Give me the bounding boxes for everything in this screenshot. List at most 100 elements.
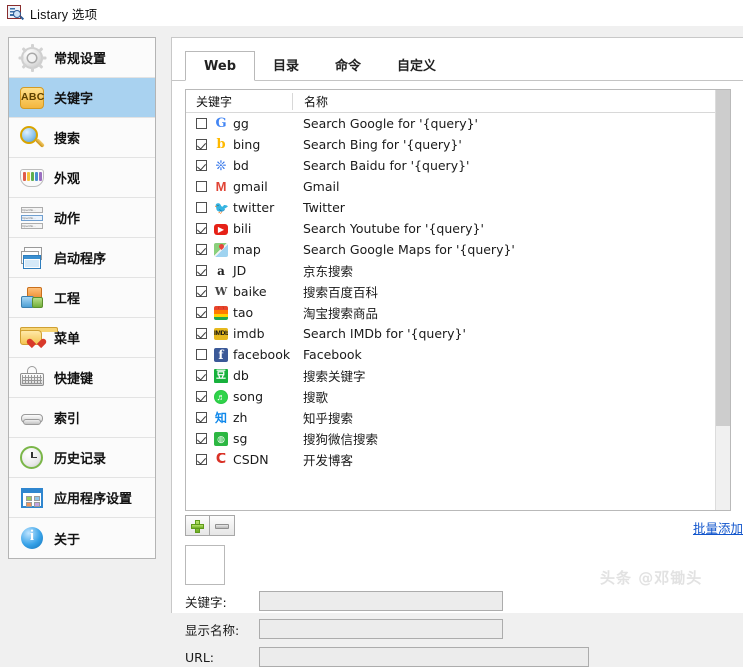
sidebar-item-appearance[interactable]: 外观	[9, 158, 155, 198]
keyword-field-row: 关键字:	[185, 591, 503, 611]
name-cell: Gmail	[303, 179, 340, 194]
sidebar-item-startup[interactable]: 启动程序	[9, 238, 155, 278]
main-panel: Web 目录 命令 自定义 关键字 名称 Ggg Search Google fo…	[171, 37, 743, 667]
row-checkbox[interactable]	[196, 349, 207, 360]
gear-icon	[18, 43, 46, 72]
sidebar-item-menu[interactable]: 菜单	[9, 318, 155, 358]
sidebar-item-label: 应用程序设置	[54, 492, 133, 507]
sidebar-item-history[interactable]: 历史记录	[9, 438, 155, 478]
facebook-favicon: f	[214, 347, 228, 362]
folder-heart-icon	[19, 325, 58, 351]
table-row[interactable]: f facebook Facebook	[186, 344, 730, 365]
sidebar-item-search[interactable]: 搜索	[9, 118, 155, 158]
url-input[interactable]	[259, 647, 589, 667]
sogou-favicon: ◍	[214, 431, 228, 446]
row-checkbox[interactable]	[196, 181, 207, 192]
app-settings-icon	[19, 485, 45, 511]
table-row[interactable]: map Search Google Maps for '{query}'	[186, 239, 730, 260]
list-scrollbar[interactable]	[715, 90, 730, 510]
row-checkbox[interactable]	[196, 223, 207, 234]
table-row[interactable]: 🐦 twitter Twitter	[186, 197, 730, 218]
table-row[interactable]: Ggg Search Google for '{query}'	[186, 113, 730, 134]
add-button[interactable]	[185, 515, 210, 536]
keyword-cell: C CSDN	[186, 452, 292, 467]
sidebar-item-projects[interactable]: 工程	[9, 278, 155, 318]
tab-directory[interactable]: 目录	[255, 53, 317, 81]
remove-button[interactable]	[210, 515, 235, 536]
row-checkbox[interactable]	[196, 370, 207, 381]
row-checkbox[interactable]	[196, 139, 207, 150]
sidebar-item-index[interactable]: 索引	[9, 398, 155, 438]
keyword-text: imdb	[233, 326, 265, 341]
google-favicon: G	[215, 116, 227, 131]
row-checkbox[interactable]	[196, 118, 207, 129]
sidebar-item-hotkeys[interactable]: 快捷键	[9, 358, 155, 398]
table-row[interactable]: 豆 db 搜索关键字	[186, 365, 730, 386]
table-row[interactable]: ◍ sg 搜狗微信搜索	[186, 428, 730, 449]
name-cell: Search IMDb for '{query}'	[303, 326, 466, 341]
sidebar-item-label: 快捷键	[54, 372, 94, 387]
sidebar-item-keywords[interactable]: ABC 关键字	[9, 78, 155, 118]
table-row[interactable]: a JD 京东搜索	[186, 260, 730, 281]
keyword-cell: ▶ bili	[186, 221, 292, 236]
keyword-label: 关键字:	[185, 594, 227, 610]
keyword-cell: ♬ song	[186, 389, 292, 404]
row-checkbox[interactable]	[196, 265, 207, 276]
table-row[interactable]: ♬ song 搜歌	[186, 386, 730, 407]
row-checkbox[interactable]	[196, 286, 207, 297]
color-fan-icon	[19, 165, 45, 191]
boxes-icon	[19, 285, 45, 311]
sidebar-item-actions[interactable]: Openfile… Openfile… Openfile… 动作	[9, 198, 155, 238]
table-row[interactable]: IMDb imdb Search IMDb for '{query}'	[186, 323, 730, 344]
table-row[interactable]: tao 淘宝搜索商品	[186, 302, 730, 323]
windows-stack-icon	[19, 245, 45, 271]
row-checkbox[interactable]	[196, 244, 207, 255]
table-row[interactable]: Mgmail Gmail	[186, 176, 730, 197]
scrollbar-thumb[interactable]	[716, 90, 730, 426]
table-row[interactable]: 知 zh 知乎搜索	[186, 407, 730, 428]
sidebar-item-about[interactable]: 关于	[9, 518, 155, 558]
sidebar-item-label: 动作	[54, 212, 81, 227]
plus-icon	[191, 520, 204, 533]
table-row[interactable]: ▶ bili Search Youtube for '{query}'	[186, 218, 730, 239]
table-row[interactable]: ❊ bd Search Baidu for '{query}'	[186, 155, 730, 176]
bing-favicon: b	[216, 137, 226, 152]
tab-command[interactable]: 命令	[317, 53, 379, 81]
keyword-input[interactable]	[259, 591, 503, 611]
keyword-cell: IMDb imdb	[186, 326, 292, 341]
csdn-favicon: C	[215, 452, 227, 467]
row-checkbox[interactable]	[196, 433, 207, 444]
keyword-text: baike	[233, 284, 267, 299]
row-checkbox[interactable]	[196, 391, 207, 402]
keyword-cell: Wbaike	[186, 284, 292, 299]
magnifier-icon	[19, 125, 45, 151]
row-checkbox[interactable]	[196, 307, 207, 318]
table-row[interactable]: b bing Search Bing for '{query}'	[186, 134, 730, 155]
table-row[interactable]: Wbaike 搜索百度百科	[186, 281, 730, 302]
name-cell: 开发博客	[303, 453, 354, 468]
row-checkbox[interactable]	[196, 328, 207, 339]
listary-options-window: Listary 选项 常规设置 ABC 关键字 搜索 外观 Openfile… …	[0, 0, 743, 667]
youtube-favicon: ▶	[214, 223, 228, 235]
name-cell: Search Baidu for '{query}'	[303, 158, 470, 173]
row-checkbox[interactable]	[196, 202, 207, 213]
sidebar-item-app-settings[interactable]: 应用程序设置	[9, 478, 155, 518]
bulk-add-link[interactable]: 批量添加	[693, 518, 743, 537]
sidebar-item-general[interactable]: 常规设置	[9, 38, 155, 78]
tab-custom[interactable]: 自定义	[379, 53, 454, 81]
zhihu-favicon: 知	[214, 410, 227, 425]
google-maps-favicon	[214, 242, 228, 257]
row-checkbox[interactable]	[196, 160, 207, 171]
watermark: 头条 @邓锄头	[600, 569, 703, 587]
row-checkbox[interactable]	[196, 412, 207, 423]
tab-web[interactable]: Web	[185, 51, 255, 81]
keyword-cell: Mgmail	[186, 179, 292, 194]
table-row[interactable]: C CSDN 开发博客	[186, 449, 730, 470]
row-checkbox[interactable]	[196, 454, 207, 465]
display-name-input[interactable]	[259, 619, 503, 639]
sidebar: 常规设置 ABC 关键字 搜索 外观 Openfile… Openfile… Ope…	[8, 37, 156, 559]
keyword-text: JD	[233, 263, 247, 278]
twitter-favicon: 🐦	[214, 200, 228, 215]
sidebar-item-label: 搜索	[54, 132, 81, 147]
clock-history-icon	[19, 445, 45, 471]
